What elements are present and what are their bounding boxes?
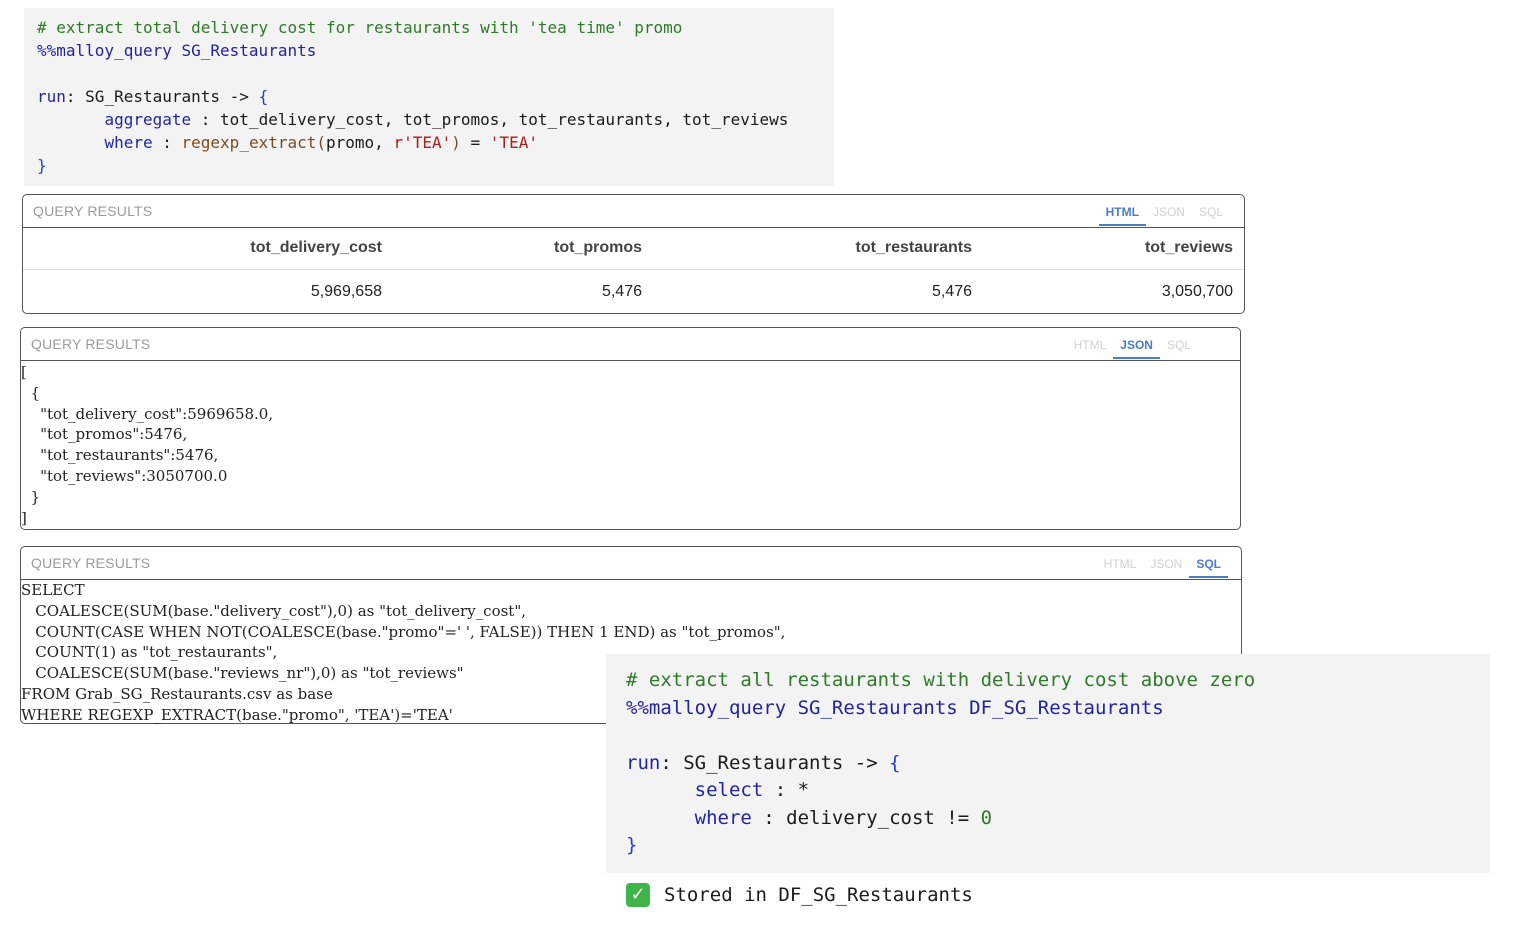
close-brace: } (37, 156, 47, 175)
run-keyword: run (626, 751, 661, 774)
panel-header: QUERY RESULTS HTML JSON SQL (21, 328, 1240, 361)
aggregate-fields: : tot_delivery_cost, tot_promos, tot_res… (191, 110, 789, 129)
table-cell: 5,969,658 (310, 283, 382, 300)
close-brace: } (626, 834, 638, 856)
tab-html[interactable]: HTML (1098, 195, 1146, 226)
json-output: [ { "tot_delivery_cost":5969658.0, "tot_… (21, 363, 274, 527)
where-keyword: where (104, 133, 153, 152)
result-tabs: HTML JSON SQL (1098, 195, 1230, 227)
table-cell: 5,476 (601, 283, 642, 300)
query-results-html-panel: QUERY RESULTS HTML JSON SQL tot_delivery… (22, 194, 1245, 314)
code-cell-1[interactable]: # extract total delivery cost for restau… (24, 8, 834, 186)
open-brace: { (889, 751, 901, 774)
tab-html[interactable]: HTML (1097, 547, 1144, 578)
results-table: tot_delivery_cost tot_promos tot_restaur… (23, 227, 1244, 312)
column-header: tot_reviews (1144, 239, 1233, 256)
where-separator: : (152, 133, 182, 152)
magic-command: %%malloy_query SG_Restaurants DF_SG_Rest… (626, 696, 1164, 719)
where-equals: = (460, 133, 490, 152)
tab-json[interactable]: JSON (1143, 547, 1189, 578)
table-row: 5,969,658 5,476 5,476 3,050,700 (23, 270, 1244, 312)
column-header: tot_delivery_cost (250, 239, 382, 256)
where-number: 0 (980, 806, 993, 829)
run-keyword: run (37, 87, 66, 106)
column-header: tot_restaurants (855, 239, 972, 256)
panel-title: QUERY RESULTS (31, 336, 151, 352)
tab-html[interactable]: HTML (1067, 328, 1114, 359)
code-cell-2[interactable]: # extract all restaurants with delivery … (606, 654, 1490, 873)
where-condition: : delivery_cost != (751, 806, 981, 829)
table-cell: 5,476 (931, 283, 972, 300)
where-close: ) (451, 133, 461, 152)
panel-header: QUERY RESULTS HTML JSON SQL (23, 195, 1244, 228)
code-comment: # extract all restaurants with delivery … (626, 669, 1256, 691)
column-header: tot_promos (554, 239, 642, 256)
open-brace: { (258, 87, 269, 106)
query-results-json-panel: QUERY RESULTS HTML JSON SQL [ { "tot_del… (20, 327, 1241, 530)
run-source: : SG_Restaurants -> (660, 751, 890, 774)
where-function: regexp_extract( (181, 133, 327, 152)
tab-sql[interactable]: SQL (1192, 195, 1230, 226)
table-header-row: tot_delivery_cost tot_promos tot_restaur… (23, 227, 1244, 270)
aggregate-keyword: aggregate (104, 110, 192, 129)
panel-header: QUERY RESULTS HTML JSON SQL (21, 547, 1241, 580)
tab-json[interactable]: JSON (1113, 328, 1160, 359)
panel-title: QUERY RESULTS (31, 555, 151, 571)
run-source: : SG_Restaurants -> (65, 87, 259, 106)
result-tabs: HTML JSON SQL (1067, 328, 1198, 360)
check-icon: ✓ (626, 883, 650, 907)
stored-message: Stored in DF_SG_Restaurants (664, 884, 973, 906)
tab-sql[interactable]: SQL (1189, 547, 1228, 578)
magic-command: %%malloy_query SG_Restaurants (37, 41, 317, 60)
select-keyword: select (694, 779, 764, 801)
result-tabs: HTML JSON SQL (1097, 547, 1228, 579)
table-cell: 3,050,700 (1161, 283, 1233, 300)
stored-status: ✓ Stored in DF_SG_Restaurants (626, 883, 973, 907)
where-argument: promo, (326, 133, 394, 152)
where-keyword: where (694, 806, 752, 829)
tab-json[interactable]: JSON (1146, 195, 1192, 226)
select-fields: : * (763, 779, 810, 801)
where-pattern: r'TEA' (393, 133, 452, 152)
panel-title: QUERY RESULTS (33, 203, 153, 219)
tab-sql[interactable]: SQL (1160, 328, 1198, 359)
where-value: 'TEA' (489, 133, 538, 152)
code-comment: # extract total delivery cost for restau… (37, 18, 683, 37)
